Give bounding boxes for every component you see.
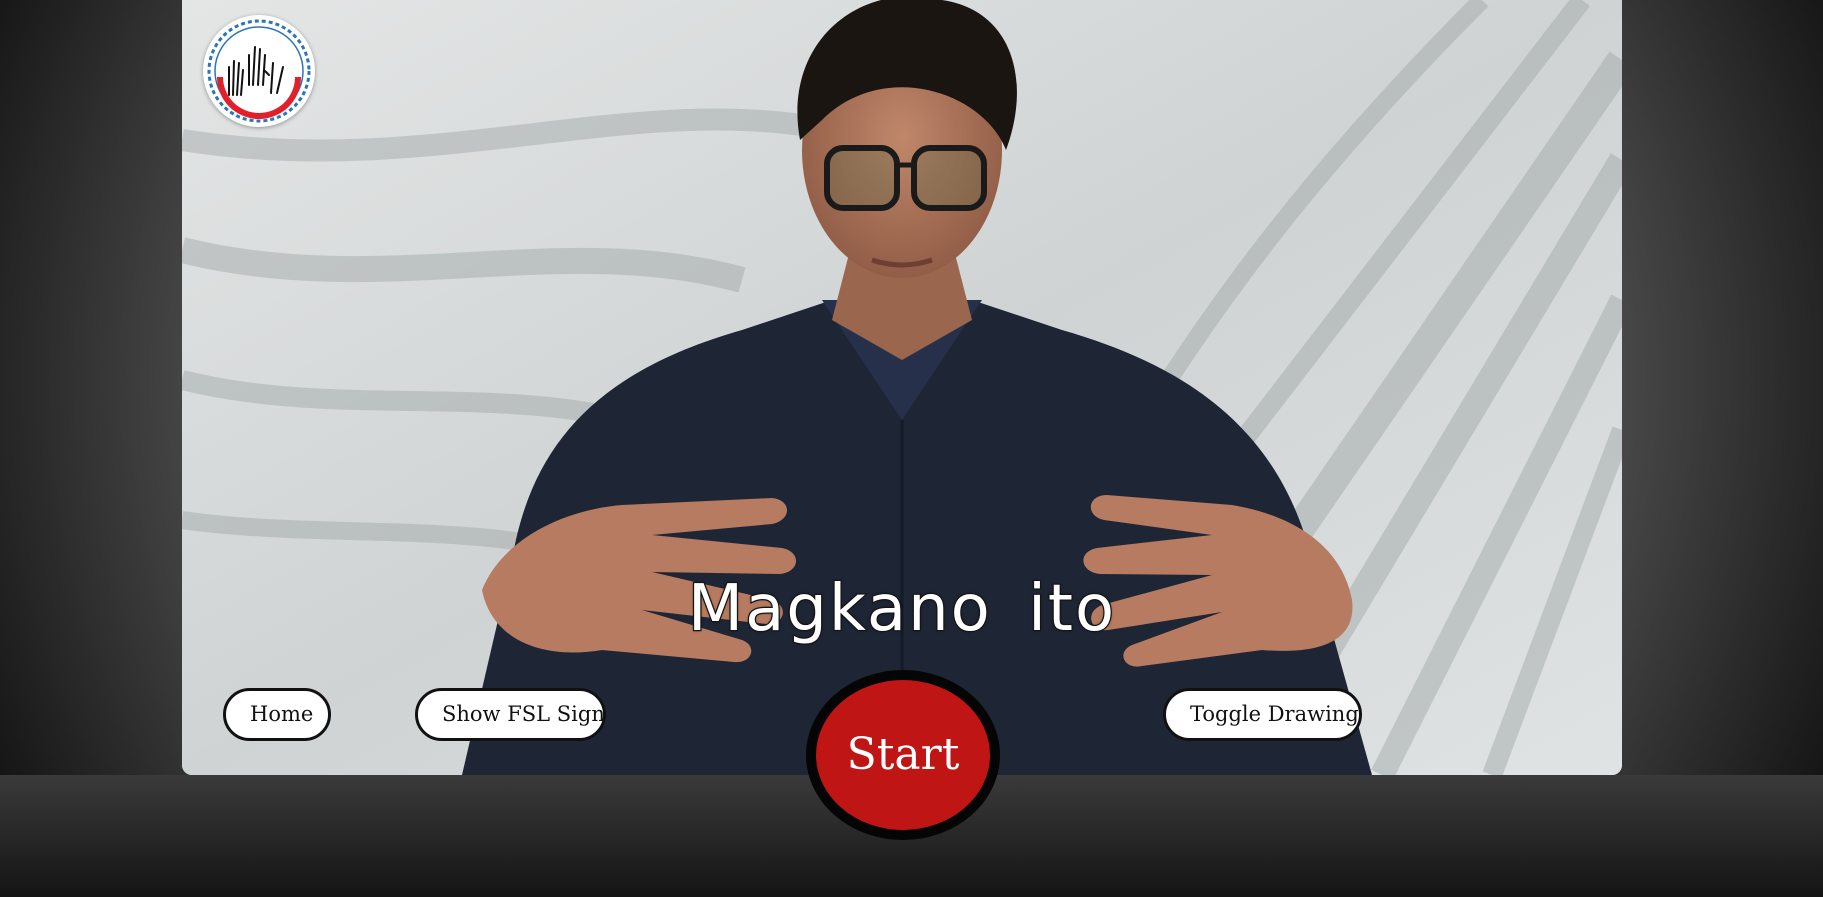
start-button[interactable]: Start — [806, 670, 1000, 840]
translation-caption: Magkano ito — [687, 571, 1117, 648]
fsl-hands-logo-icon — [203, 15, 315, 127]
home-button[interactable]: Home — [223, 688, 331, 741]
show-fsl-sign-button[interactable]: Show FSL Sign — [415, 688, 606, 741]
camera-feed — [182, 0, 1622, 775]
camera-feed-image — [182, 0, 1622, 775]
toggle-drawing-button[interactable]: Toggle Drawing — [1163, 688, 1362, 741]
